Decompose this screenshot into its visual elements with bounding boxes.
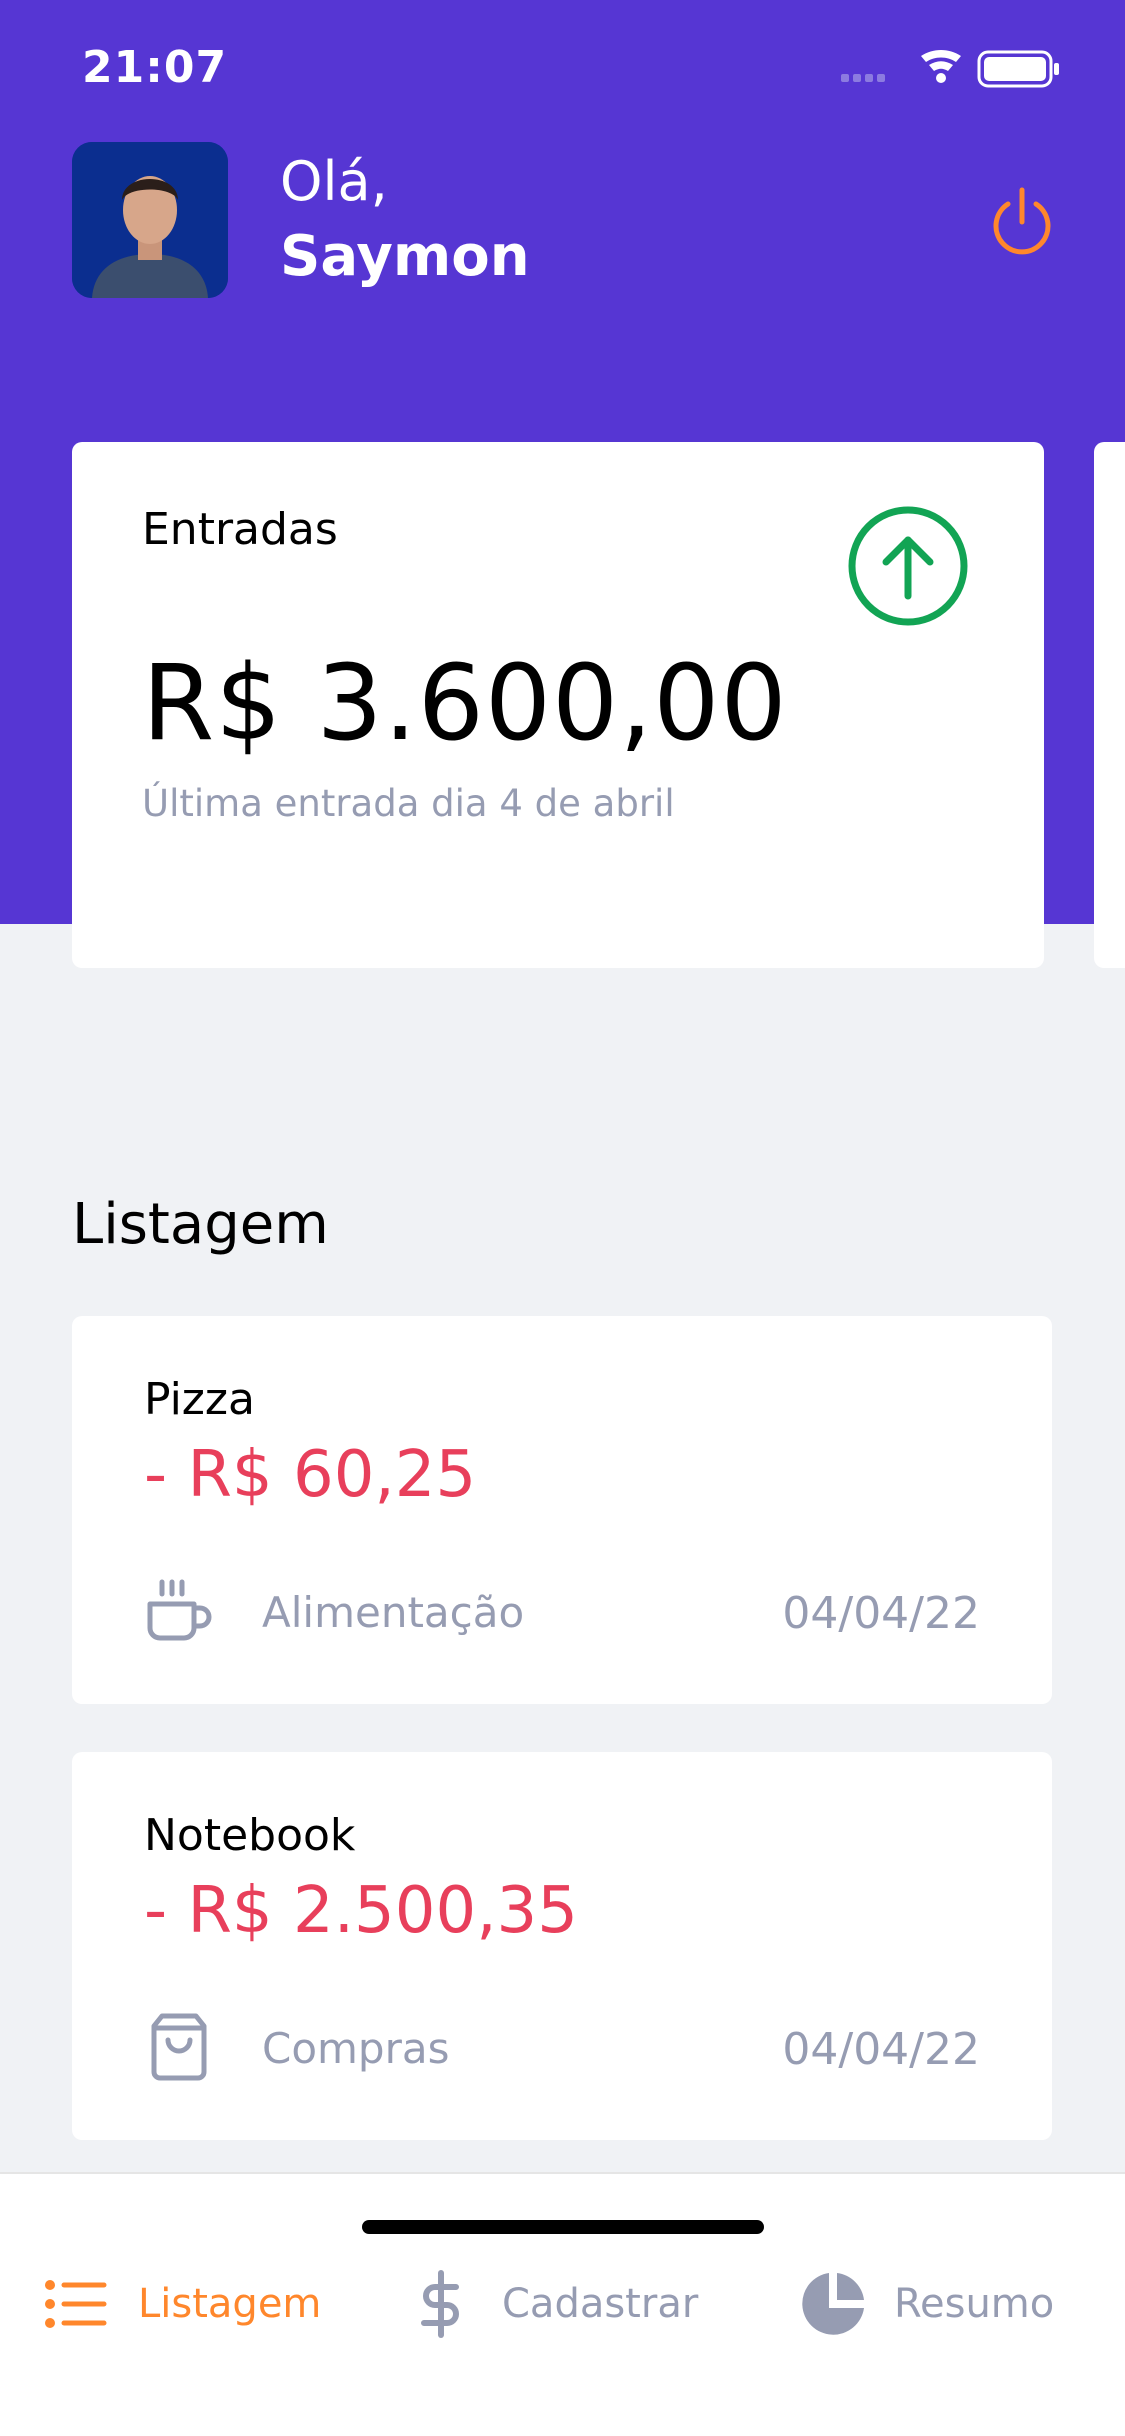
transaction-title: Notebook — [144, 1810, 356, 1861]
status-time: 21:07 — [82, 42, 228, 93]
transaction-title: Pizza — [144, 1374, 255, 1425]
power-icon — [993, 187, 1051, 255]
greeting-text: Olá, — [280, 150, 388, 213]
highlight-card-amount: R$ 3.600,00 — [142, 642, 788, 764]
transaction-card[interactable]: Notebook - R$ 2.500,35 Compras 04/04/22 — [72, 1752, 1052, 2140]
transaction-date: 04/04/22 — [782, 2024, 980, 2075]
tab-label: Listagem — [138, 2281, 322, 2327]
highlight-card-income: Entradas R$ 3.600,00 Última entrada dia … — [72, 442, 1044, 968]
pie-chart-icon — [802, 2273, 864, 2335]
arrow-up-circle-icon — [846, 504, 970, 628]
home-indicator — [362, 2220, 764, 2234]
transaction-amount: - R$ 2.500,35 — [144, 1874, 578, 1948]
logout-button[interactable] — [982, 182, 1062, 262]
status-bar: 21:07 — [0, 0, 1125, 140]
transaction-amount: - R$ 60,25 — [144, 1438, 477, 1512]
dollar-icon — [421, 2270, 459, 2338]
highlight-card-title: Entradas — [142, 504, 338, 555]
listing-title: Listagem — [72, 1192, 329, 1257]
tab-resumo[interactable]: Resumo — [798, 2264, 1054, 2344]
tab-cadastrar[interactable]: Cadastrar — [406, 2264, 698, 2344]
shopping-bag-icon — [144, 2012, 214, 2082]
status-icons — [841, 48, 1081, 92]
transaction-category: Compras — [262, 2024, 450, 2073]
list-icon — [45, 2280, 107, 2328]
tab-label: Resumo — [894, 2281, 1055, 2327]
coffee-icon — [144, 1576, 214, 1646]
tab-label: Cadastrar — [502, 2281, 699, 2327]
signal-wifi-battery-icon — [841, 50, 1059, 88]
transaction-card[interactable]: Pizza - R$ 60,25 Alimentação 04/04/22 — [72, 1316, 1052, 1704]
app-screen: 21:07 Olá, Saymon Entradas R$ 3.600,00 Ú… — [0, 0, 1125, 2436]
highlight-card-last-transaction: Última entrada dia 4 de abril — [142, 782, 675, 825]
user-photo-icon — [72, 142, 228, 298]
transaction-date: 04/04/22 — [782, 1588, 980, 1639]
user-name: Saymon — [280, 224, 530, 289]
transaction-category: Alimentação — [262, 1588, 525, 1637]
user-info: Olá, Saymon — [72, 142, 1062, 302]
avatar — [72, 142, 228, 298]
highlight-card-next[interactable] — [1094, 442, 1125, 968]
tab-listagem[interactable]: Listagem — [42, 2264, 321, 2344]
bottom-tab-bar: Listagem Cadastrar Resumo — [0, 2172, 1125, 2436]
